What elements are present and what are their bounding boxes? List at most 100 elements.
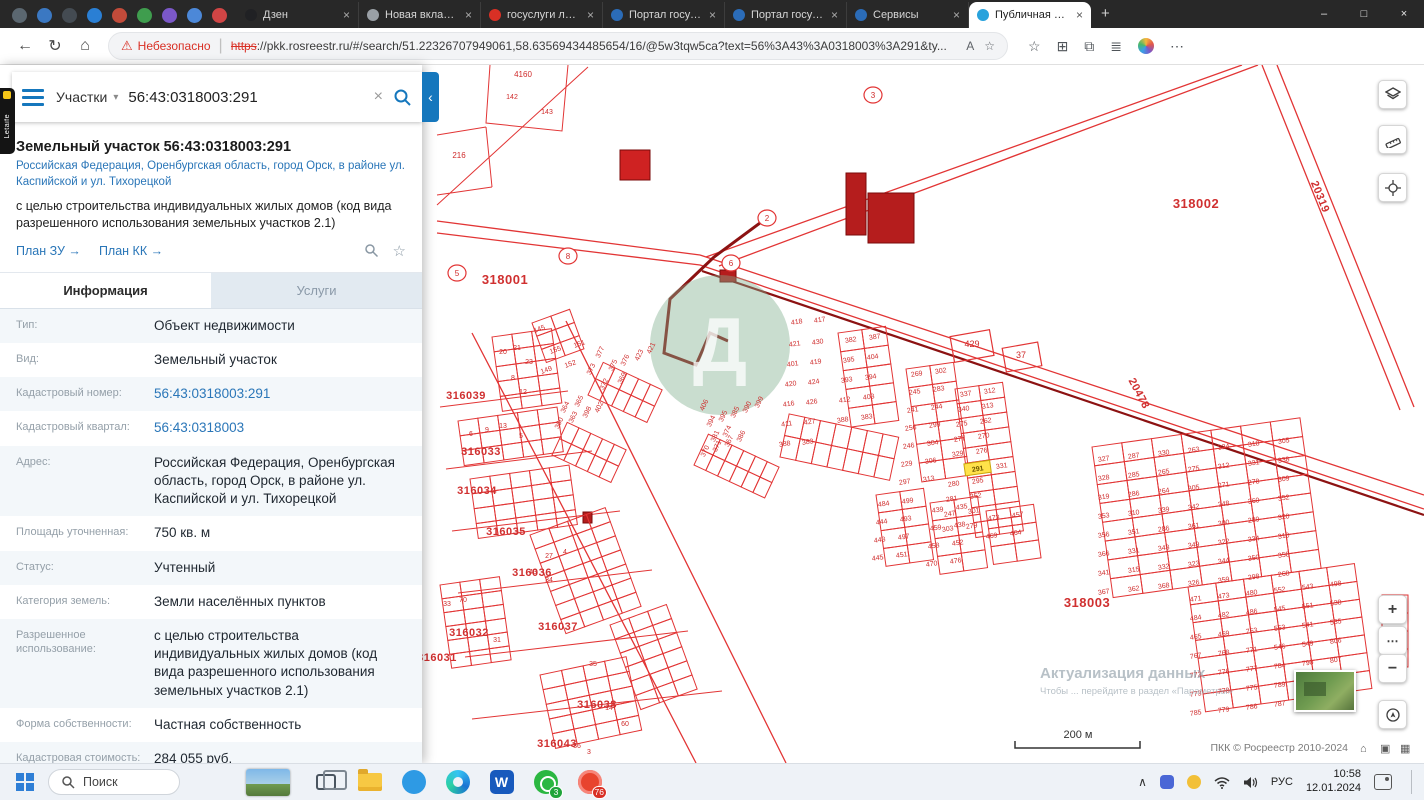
browser-tab[interactable]: Портал госуда... ×	[603, 2, 725, 28]
zoom-in-button[interactable]: +	[1378, 595, 1407, 624]
info-value[interactable]: 56:43:0318003	[148, 411, 422, 445]
browser-tab[interactable]: Портал госуда... ×	[725, 2, 847, 28]
clock-icon[interactable]	[112, 8, 127, 23]
tab-close-icon[interactable]: ×	[707, 8, 718, 22]
parcel-label: 283	[933, 385, 946, 394]
photo-icon[interactable]	[187, 8, 202, 23]
split-screen-icon[interactable]: ⧉	[1084, 38, 1094, 55]
browser-essentials-icon[interactable]	[1138, 38, 1155, 54]
info-value: Российская Федерация, Оренбургская облас…	[154, 454, 395, 507]
hidden-icons-chevron[interactable]: ∧	[1138, 775, 1147, 789]
tab-close-icon[interactable]: ×	[1074, 8, 1085, 22]
info-label: Вид:	[16, 353, 39, 365]
home-button[interactable]: ⌂	[70, 31, 100, 61]
taskbar-search[interactable]: Поиск	[48, 769, 180, 795]
tab-list: Дзен × Новая вкладк... × госуслуги лич... × По…	[237, 0, 1091, 28]
community-icon[interactable]	[87, 8, 102, 23]
widgets-thumbnail[interactable]	[246, 768, 290, 796]
tab-close-icon[interactable]: ×	[829, 8, 840, 22]
notification-icon[interactable]	[1374, 774, 1392, 790]
close-button[interactable]: ×	[1384, 0, 1424, 28]
taskbar-clock[interactable]: 10:58 12.01.2024	[1306, 768, 1361, 796]
tab-close-icon[interactable]: ×	[585, 8, 596, 22]
globe-icon[interactable]	[37, 8, 52, 23]
favorites-icon[interactable]: ☆	[1028, 38, 1041, 55]
url-scheme: https	[230, 39, 257, 53]
browser-tab[interactable]: Сервисы ×	[847, 2, 969, 28]
extension-ribbon[interactable]: Letaife	[0, 88, 15, 154]
plan-kk-link[interactable]: План КК →	[99, 244, 163, 258]
word-button[interactable]: W	[488, 769, 515, 796]
tray-app-icon-blue[interactable]	[1159, 775, 1174, 789]
map-basemap-icon[interactable]: ▦	[1400, 743, 1410, 755]
show-desktop-button[interactable]	[1411, 770, 1414, 794]
favorite-star-icon[interactable]: ☆	[393, 242, 406, 260]
file-explorer-button[interactable]	[356, 769, 383, 796]
app-button-blue[interactable]	[400, 769, 427, 796]
map-layers-icon[interactable]: ▣	[1380, 743, 1390, 755]
eco-icon[interactable]	[137, 8, 152, 23]
zoom-menu-button[interactable]: ⋯	[1378, 626, 1407, 655]
tab-information[interactable]: Информация	[0, 272, 211, 308]
collections-icon[interactable]: ⊞	[1057, 38, 1069, 55]
marker-button[interactable]	[1378, 173, 1407, 202]
doc-search-icon[interactable]	[364, 243, 379, 258]
search-icon[interactable]	[393, 88, 412, 107]
language-indicator[interactable]: РУС	[1271, 776, 1293, 788]
browser-tab[interactable]: Дзен ×	[237, 2, 359, 28]
start-button[interactable]	[10, 767, 40, 797]
browser-tab[interactable]: Новая вкладк... ×	[359, 2, 481, 28]
maximize-button[interactable]: □	[1344, 0, 1384, 28]
whatsapp-button[interactable]: 3	[532, 769, 563, 799]
layers-button[interactable]	[1378, 80, 1407, 109]
browser-tab[interactable]: Публичная ка... ×	[969, 2, 1091, 28]
panel-collapse-button[interactable]: ‹	[422, 72, 439, 122]
tab-close-icon[interactable]: ×	[341, 8, 352, 22]
map-home-icon[interactable]: ⌂	[1360, 743, 1367, 755]
url-field[interactable]: ⚠ Небезопасно | https://pkk.rosreestr.ru…	[108, 32, 1008, 60]
menu-icon[interactable]	[22, 88, 44, 106]
tab-close-icon[interactable]: ×	[463, 8, 474, 22]
volume-icon[interactable]	[1243, 776, 1258, 789]
search-category-dropdown[interactable]: Участки ▾	[56, 89, 118, 105]
back-button[interactable]: ←	[10, 31, 40, 61]
more-menu-icon[interactable]: ⋯	[1170, 38, 1184, 55]
edge-button[interactable]	[444, 769, 471, 796]
read-aloud-icon[interactable]: A	[966, 39, 974, 53]
tray-app-icon-yellow[interactable]	[1186, 775, 1201, 789]
flag-icon[interactable]	[212, 8, 227, 23]
minimap-thumbnail[interactable]	[1294, 670, 1356, 712]
tab-close-icon[interactable]: ×	[951, 8, 962, 22]
browser-tab[interactable]: госуслуги лич... ×	[481, 2, 603, 28]
parcel-label: 2	[765, 214, 770, 223]
task-view-button[interactable]	[312, 769, 347, 796]
grid-icon[interactable]	[12, 8, 27, 23]
info-value[interactable]: 56:43:0318003:291	[148, 377, 422, 411]
search-input[interactable]	[128, 88, 364, 106]
parcel-label: 403	[863, 393, 876, 402]
parcel-label: 265	[1158, 468, 1171, 477]
refresh-button[interactable]: ↻	[40, 31, 70, 61]
parcel-label: 416	[783, 400, 796, 409]
map-scale: 200 м	[1014, 729, 1141, 749]
parcel-label: 382	[845, 336, 858, 345]
tab-services[interactable]: Услуги	[211, 272, 422, 308]
gem-icon[interactable]	[162, 8, 177, 23]
reader-icon[interactable]	[62, 8, 77, 23]
parcel-label: 493	[900, 515, 913, 524]
parcel-label: 245	[909, 388, 922, 397]
new-tab-button[interactable]: +	[1091, 1, 1120, 28]
zoom-out-button[interactable]: −	[1378, 654, 1407, 683]
add-favorite-icon[interactable]: ☆	[984, 39, 995, 53]
network-icon[interactable]	[1214, 776, 1230, 789]
security-warning-label[interactable]: Небезопасно	[138, 39, 211, 53]
clear-search-icon[interactable]: ×	[374, 88, 383, 106]
parcel-label: 304	[927, 439, 940, 448]
app-button-red[interactable]: 76	[576, 769, 607, 799]
minimize-button[interactable]: –	[1304, 0, 1344, 28]
locate-button[interactable]	[1378, 700, 1407, 729]
extensions-icon[interactable]: ≣	[1110, 38, 1122, 55]
quarter-label: 316043	[537, 738, 577, 750]
measure-button[interactable]	[1378, 125, 1407, 154]
plan-zu-link[interactable]: План ЗУ →	[16, 244, 81, 258]
